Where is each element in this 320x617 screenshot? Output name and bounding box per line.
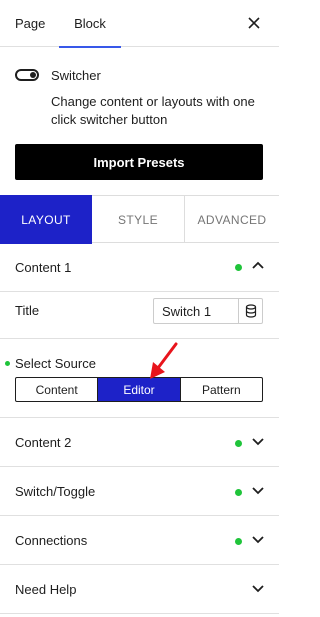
tab-style[interactable]: STYLE [92,196,185,243]
title-input[interactable] [153,298,239,324]
annotation-arrow-icon [150,342,178,379]
chevron-down-icon [252,487,264,495]
status-dot [235,489,242,496]
database-icon [245,304,256,318]
tab-advanced[interactable]: ADVANCED [185,196,279,243]
select-source-label: Select Source [15,356,96,371]
panel-need-help-label: Need Help [15,582,77,597]
chevron-down-icon [252,585,264,593]
close-icon[interactable] [245,14,263,32]
sidebar-header: Page Block [0,0,279,48]
panel-content-1[interactable]: Content 1 [0,243,279,292]
status-dot [235,538,242,545]
inspector-tabs: LAYOUT STYLE ADVANCED [0,195,279,244]
panel-content-2[interactable]: Content 2 [0,418,279,467]
panel-connections-label: Connections [15,533,88,548]
block-description: Change content or layouts with one click… [51,94,255,127]
block-title: Switcher [51,68,101,83]
status-dot [5,361,10,366]
source-segmented-control: Content Editor Pattern [15,377,263,402]
toggle-switch-icon [15,69,39,81]
chevron-up-icon [252,261,264,269]
chevron-down-icon [252,438,264,446]
panel-switch-toggle[interactable]: Switch/Toggle [0,467,279,516]
dynamic-data-button[interactable] [238,298,263,324]
select-source-row: Select Source Content Editor Pattern [0,339,279,418]
active-tab-indicator [59,46,121,48]
panel-switch-toggle-label: Switch/Toggle [15,484,96,499]
tab-page[interactable]: Page [15,0,45,47]
status-dot [235,440,242,447]
chevron-down-icon [252,536,264,544]
tab-block-label: Block [74,16,106,31]
panel-need-help[interactable]: Need Help [0,565,279,614]
title-field-row: Title [0,292,279,339]
source-option-content[interactable]: Content [16,378,99,401]
status-dot [235,264,242,271]
panel-content-2-label: Content 2 [15,435,72,450]
panel-connections[interactable]: Connections [0,516,279,565]
tab-layout[interactable]: LAYOUT [0,195,92,244]
source-option-pattern[interactable]: Pattern [181,378,262,401]
tab-block[interactable]: Block [59,0,121,48]
import-presets-button[interactable]: Import Presets [15,144,263,180]
title-label: Title [15,303,40,318]
panel-content-1-label: Content 1 [15,260,72,275]
